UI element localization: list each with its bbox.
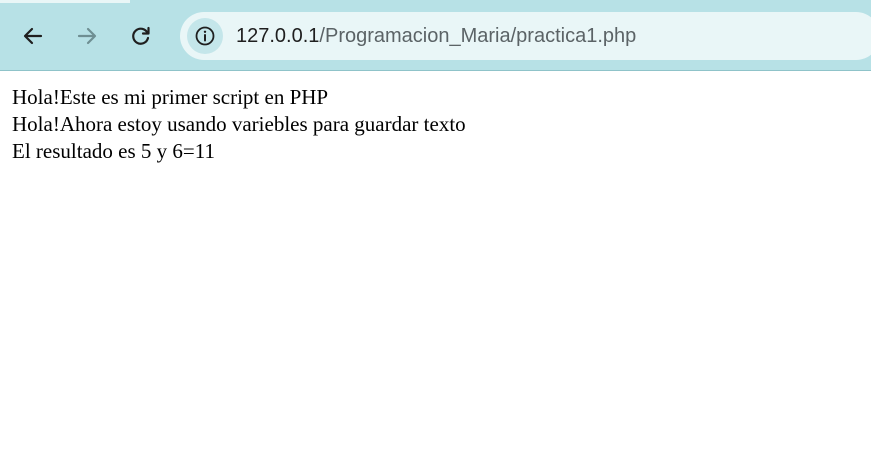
reload-button[interactable] — [121, 16, 161, 56]
browser-toolbar: 127.0.0.1/Programacion_Maria/practica1.p… — [0, 0, 871, 71]
url-text[interactable]: 127.0.0.1/Programacion_Maria/practica1.p… — [236, 12, 636, 60]
info-icon — [195, 26, 215, 46]
output-line-2: Hola!Ahora estoy usando variebles para g… — [12, 112, 466, 136]
url-host: 127.0.0.1 — [236, 25, 320, 47]
page-content: Hola!Este es mi primer script en PHP Hol… — [12, 84, 862, 165]
output-line-3: El resultado es 5 y 6=11 — [12, 139, 215, 163]
output-line-1: Hola!Este es mi primer script en PHP — [12, 85, 329, 109]
arrow-left-icon — [23, 27, 43, 45]
back-button[interactable] — [13, 16, 53, 56]
site-info-button[interactable] — [187, 18, 223, 54]
active-tab-edge — [0, 0, 130, 3]
forward-button[interactable] — [67, 16, 107, 56]
address-bar[interactable]: 127.0.0.1/Programacion_Maria/practica1.p… — [180, 12, 871, 60]
url-path: /Programacion_Maria/practica1.php — [319, 25, 637, 47]
arrow-right-icon — [77, 27, 97, 45]
reload-icon — [132, 26, 150, 45]
